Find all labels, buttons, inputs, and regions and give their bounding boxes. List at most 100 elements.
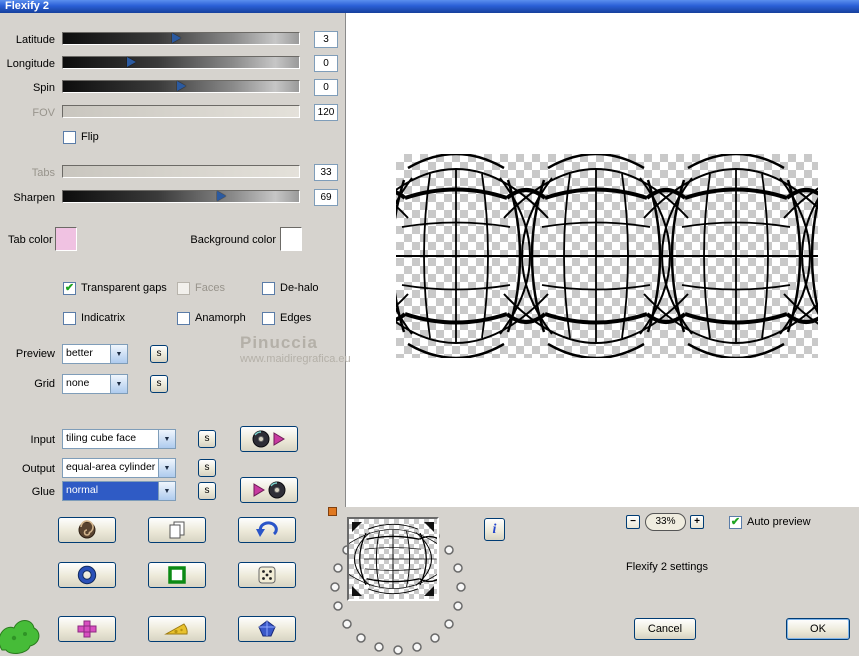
grid-combo[interactable]: none ▼	[62, 374, 128, 394]
shell-icon	[78, 520, 96, 539]
grid-s-button[interactable]: s	[150, 375, 168, 393]
glue-combo[interactable]: normal ▼	[62, 481, 176, 501]
background-color-label: Background color	[190, 234, 276, 246]
indicatrix-label: Indicatrix	[81, 312, 126, 324]
latitude-slider[interactable]	[62, 32, 300, 45]
ring-button[interactable]	[58, 562, 116, 588]
chevron-down-icon[interactable]: ▼	[158, 482, 175, 500]
dice-icon	[258, 566, 276, 584]
title-bar[interactable]: Flexify 2	[0, 0, 859, 13]
latitude-label: Latitude	[15, 34, 55, 46]
longitude-value[interactable]: 0	[314, 55, 338, 72]
undo-arrow-icon	[256, 521, 278, 537]
glue-combo-value: normal	[63, 482, 158, 500]
chevron-down-icon[interactable]: ▼	[158, 459, 175, 477]
thumbnail-grid-graphic	[349, 522, 437, 596]
thumbnail-preview[interactable]	[347, 517, 439, 601]
latitude-row: Latitude 3	[0, 31, 340, 49]
window-title: Flexify 2	[5, 0, 50, 12]
spin-value[interactable]: 0	[314, 79, 338, 96]
anamorph-checkbox-box[interactable]	[177, 311, 190, 325]
latitude-value[interactable]: 3	[314, 31, 338, 48]
chevron-down-icon[interactable]: ▼	[158, 430, 175, 448]
sharpen-slider[interactable]	[62, 190, 300, 203]
longitude-slider[interactable]	[62, 56, 300, 69]
background-color-swatch[interactable]	[280, 227, 302, 251]
glue-combo-label: Glue	[31, 486, 55, 498]
glue-s-button[interactable]: s	[198, 482, 216, 500]
arrow-disc-button[interactable]	[240, 477, 298, 503]
spin-label: Spin	[32, 82, 55, 94]
input-combo[interactable]: tiling cube face ▼	[62, 429, 176, 449]
cancel-button[interactable]: Cancel	[634, 618, 696, 640]
flip-checkbox[interactable]: Flip	[63, 130, 99, 144]
grid-combo-label: Grid	[34, 378, 55, 390]
preview-combo[interactable]: better ▼	[62, 344, 128, 364]
faces-checkbox: Faces	[177, 281, 225, 295]
dice-button[interactable]	[238, 562, 296, 588]
flexify-dialog: Flexify 2 Latitude 3 Longitude 0 Spin 0 …	[0, 0, 859, 656]
edges-checkbox-box[interactable]	[262, 311, 275, 325]
spin-slider[interactable]	[62, 80, 300, 93]
latitude-slider-thumb[interactable]	[172, 33, 182, 43]
plus-blocks-button[interactable]	[58, 616, 116, 642]
tab-color-swatch[interactable]	[55, 227, 77, 251]
copy-page-button[interactable]	[148, 517, 206, 543]
info-button[interactable]: i	[484, 518, 505, 541]
fov-value[interactable]: 120	[314, 104, 338, 121]
green-square-button[interactable]	[148, 562, 206, 588]
check-icon: ✔	[64, 281, 75, 294]
input-combo-label: Input	[30, 434, 55, 446]
preview-s-button[interactable]: s	[150, 345, 168, 363]
auto-preview-label: Auto preview	[747, 516, 811, 528]
edges-checkbox[interactable]: Edges	[262, 311, 311, 325]
warp-grid-graphic	[396, 154, 818, 358]
sharpen-slider-thumb[interactable]	[217, 191, 227, 201]
tabs-value[interactable]: 33	[314, 164, 338, 181]
output-combo-value: equal-area cylinder	[66, 461, 156, 473]
indicatrix-checkbox-box[interactable]	[63, 311, 76, 325]
output-combo[interactable]: equal-area cylinder ▼	[62, 458, 176, 478]
output-s-button[interactable]: s	[198, 459, 216, 477]
undo-button[interactable]	[238, 517, 296, 543]
auto-preview-checkbox[interactable]: ✔ Auto preview	[729, 515, 811, 529]
chevron-down-icon[interactable]: ▼	[110, 375, 127, 393]
anamorph-checkbox[interactable]: Anamorph	[177, 311, 246, 325]
flip-label: Flip	[81, 131, 99, 143]
shell-button[interactable]	[58, 517, 116, 543]
transparent-gaps-checkbox[interactable]: ✔ Transparent gaps	[63, 281, 167, 295]
zoom-level[interactable]: 33%	[645, 513, 686, 531]
copy-page-icon	[169, 521, 185, 539]
watermark-url: www.maidiregrafica.eu	[240, 353, 351, 365]
arrow-disc-icon	[253, 481, 286, 499]
output-combo-label: Output	[21, 463, 55, 475]
auto-preview-checkbox-box[interactable]: ✔	[729, 515, 742, 529]
zoom-in-button[interactable]: +	[690, 515, 704, 529]
sharpen-value[interactable]: 69	[314, 189, 338, 206]
tab-color-label: Tab color	[8, 234, 53, 246]
cheese-button[interactable]	[148, 616, 206, 642]
flip-checkbox-box[interactable]	[63, 130, 76, 144]
input-s-button[interactable]: s	[198, 430, 216, 448]
sharpen-label: Sharpen	[13, 192, 55, 204]
dehalo-checkbox-box[interactable]	[262, 281, 275, 295]
dehalo-checkbox[interactable]: De-halo	[262, 281, 319, 295]
preview-combo-label: Preview	[15, 348, 55, 360]
cheese-icon	[164, 623, 188, 635]
transparent-gaps-checkbox-box[interactable]: ✔	[63, 281, 76, 295]
ok-button[interactable]: OK	[786, 618, 850, 640]
edges-label: Edges	[280, 312, 312, 324]
gem-button[interactable]	[238, 616, 296, 642]
spin-slider-thumb[interactable]	[177, 81, 186, 91]
longitude-slider-thumb[interactable]	[127, 57, 137, 67]
green-blob-decoration	[0, 620, 40, 654]
longitude-row: Longitude 0	[0, 55, 340, 73]
chevron-down-icon[interactable]: ▼	[110, 345, 127, 363]
tabs-label: Tabs	[31, 167, 55, 179]
indicatrix-checkbox[interactable]: Indicatrix	[63, 311, 125, 325]
longitude-label: Longitude	[6, 58, 55, 70]
zoom-out-button[interactable]: −	[626, 515, 640, 529]
fov-row: FOV 120	[0, 104, 340, 122]
settings-name-label: Flexify 2 settings	[626, 561, 708, 573]
disc-arrow-button[interactable]	[240, 426, 298, 452]
